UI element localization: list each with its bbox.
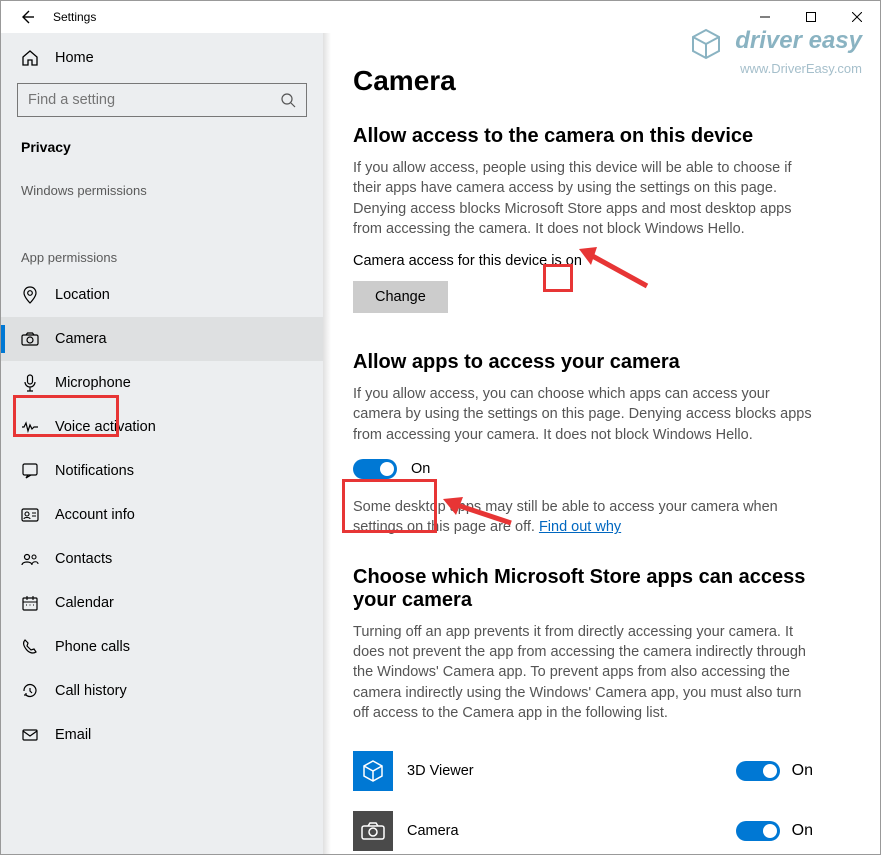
home-icon [21,49,39,67]
nav-label: Microphone [55,375,131,391]
sidebar: Home Privacy Windows permissions App per… [1,33,323,854]
app-row-camera: Camera On [353,801,813,854]
nav-phone-calls[interactable]: Phone calls [1,625,323,669]
nav-label: Location [55,287,110,303]
home-nav[interactable]: Home [1,37,323,79]
notifications-icon [21,462,39,480]
nav-camera[interactable]: Camera [1,317,323,361]
app-name: Camera [407,823,722,839]
voice-icon [21,418,39,436]
device-access-heading: Allow access to the camera on this devic… [353,125,850,148]
app-list: 3D Viewer On Camera On [353,741,850,854]
nav-label: Notifications [55,463,134,479]
window-title: Settings [53,10,96,24]
nav-label: Account info [55,507,135,523]
history-icon [21,682,39,700]
app-row-3d-viewer: 3D Viewer On [353,741,813,801]
app-toggle-camera[interactable] [736,821,780,841]
device-access-desc: If you allow access, people using this d… [353,158,813,239]
email-icon [21,726,39,744]
nav-notifications[interactable]: Notifications [1,449,323,493]
camera-icon [353,811,393,851]
nav-microphone[interactable]: Microphone [1,361,323,405]
watermark-cube-icon [689,27,723,61]
device-status: Camera access for this device is on [353,253,850,269]
search-icon [280,92,296,108]
nav-list: Location Camera Microphone Voice activat… [1,273,323,757]
location-icon [21,286,39,304]
section-label: Privacy [1,125,323,165]
nav-location[interactable]: Location [1,273,323,317]
account-icon [21,506,39,524]
cube-icon [353,751,393,791]
device-status-value: on [566,253,582,269]
apps-access-toggle[interactable] [353,459,397,479]
nav-contacts[interactable]: Contacts [1,537,323,581]
find-out-why-link[interactable]: Find out why [539,519,621,535]
calendar-icon [21,594,39,612]
group-windows-permissions: Windows permissions [1,165,323,206]
nav-voice-activation[interactable]: Voice activation [1,405,323,449]
search-box[interactable] [17,83,307,117]
nav-label: Camera [55,331,107,347]
change-button[interactable]: Change [353,281,448,313]
nav-email[interactable]: Email [1,713,323,757]
search-input[interactable] [28,92,280,108]
contacts-icon [21,550,39,568]
app-toggle-3d-viewer[interactable] [736,761,780,781]
phone-icon [21,638,39,656]
watermark-title: driver easy [735,27,862,54]
nav-label: Voice activation [55,419,156,435]
nav-label: Email [55,727,91,743]
nav-label: Call history [55,683,127,699]
apps-access-toggle-row: On [353,459,850,479]
choose-apps-desc: Turning off an app prevents it from dire… [353,622,813,723]
choose-apps-heading: Choose which Microsoft Store apps can ac… [353,566,850,612]
nav-label: Calendar [55,595,114,611]
microphone-icon [21,374,39,392]
app-toggle-state: On [792,762,813,780]
nav-label: Contacts [55,551,112,567]
camera-icon [21,330,39,348]
watermark: driver easy www.DriverEasy.com [689,27,862,76]
apps-access-desc: If you allow access, you can choose whic… [353,384,813,445]
app-name: 3D Viewer [407,763,722,779]
apps-access-toggle-label: On [411,461,430,477]
apps-access-note: Some desktop apps may still be able to a… [353,497,813,538]
apps-access-heading: Allow apps to access your camera [353,351,850,374]
home-label: Home [55,50,94,66]
back-icon[interactable] [19,9,35,25]
nav-call-history[interactable]: Call history [1,669,323,713]
nav-label: Phone calls [55,639,130,655]
nav-calendar[interactable]: Calendar [1,581,323,625]
main-content: Camera Allow access to the camera on thi… [323,33,880,854]
group-app-permissions: App permissions [1,232,323,273]
watermark-url: www.DriverEasy.com [689,61,862,76]
app-toggle-state: On [792,822,813,840]
nav-account-info[interactable]: Account info [1,493,323,537]
